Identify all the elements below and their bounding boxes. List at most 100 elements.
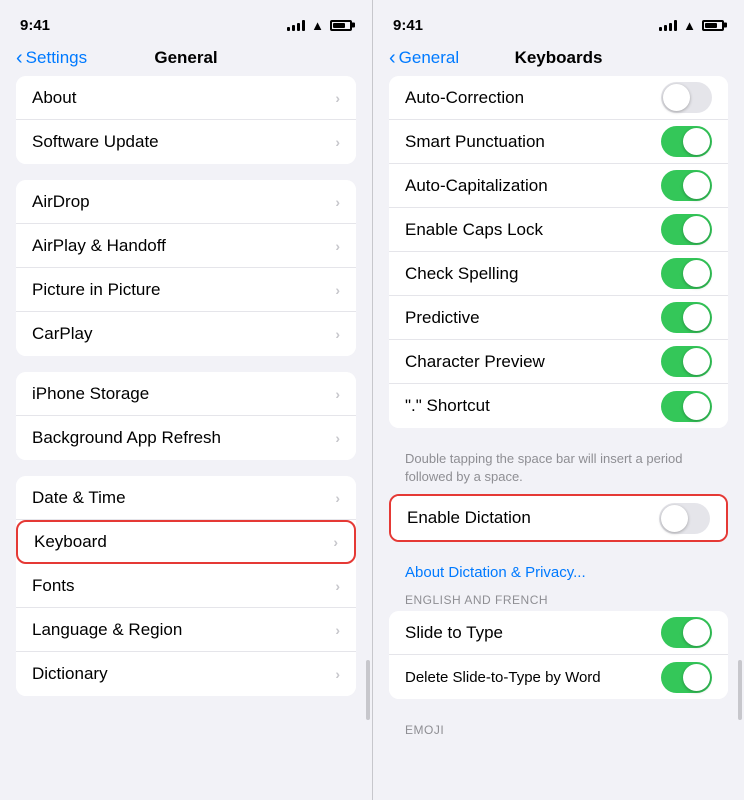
row-predictive[interactable]: Predictive (389, 296, 728, 340)
delete-slide-toggle[interactable] (661, 662, 712, 693)
right-scroll-indicator (738, 660, 742, 720)
airplay-handoff-label: AirPlay & Handoff (32, 236, 335, 256)
row-language-region[interactable]: Language & Region › (16, 608, 356, 652)
row-fonts[interactable]: Fonts › (16, 564, 356, 608)
character-preview-label: Character Preview (405, 352, 661, 372)
row-picture-in-picture[interactable]: Picture in Picture › (16, 268, 356, 312)
left-status-bar: 9:41 ▲ (0, 0, 372, 44)
row-character-preview[interactable]: Character Preview (389, 340, 728, 384)
row-delete-slide[interactable]: Delete Slide-to-Type by Word (389, 655, 728, 699)
row-smart-punctuation[interactable]: Smart Punctuation (389, 120, 728, 164)
row-keyboard[interactable]: Keyboard › (16, 520, 356, 564)
keyboard-label: Keyboard (34, 532, 333, 552)
auto-capitalization-label: Auto-Capitalization (405, 176, 661, 196)
date-time-label: Date & Time (32, 488, 335, 508)
right-back-chevron-icon: ‹ (389, 47, 396, 70)
picture-in-picture-label: Picture in Picture (32, 280, 335, 300)
row-auto-correction[interactable]: Auto-Correction (389, 76, 728, 120)
auto-correction-label: Auto-Correction (405, 88, 661, 108)
row-software-update[interactable]: Software Update › (16, 120, 356, 164)
left-nav-bar: ‹ Settings General (0, 44, 372, 76)
row-iphone-storage[interactable]: iPhone Storage › (16, 372, 356, 416)
back-chevron-icon: ‹ (16, 47, 23, 70)
row-period-shortcut[interactable]: "." Shortcut (389, 384, 728, 428)
enable-caps-lock-toggle[interactable] (661, 214, 712, 245)
left-group-4: Date & Time › Keyboard › Fonts › Languag… (16, 476, 356, 696)
right-panel: 9:41 ▲ ‹ General Keyboards Auto-Correcti… (372, 0, 744, 800)
right-time: 9:41 (393, 17, 423, 34)
enable-caps-lock-label: Enable Caps Lock (405, 220, 661, 240)
airdrop-label: AirDrop (32, 192, 335, 212)
delete-slide-label: Delete Slide-to-Type by Word (405, 669, 661, 686)
right-battery-icon (702, 20, 724, 31)
predictive-label: Predictive (405, 308, 661, 328)
signal-icon (287, 19, 305, 31)
about-chevron-icon: › (335, 90, 340, 106)
right-group-bottom: Slide to Type Delete Slide-to-Type by Wo… (389, 611, 728, 699)
date-time-chevron-icon: › (335, 490, 340, 506)
row-auto-capitalization[interactable]: Auto-Capitalization (389, 164, 728, 208)
row-check-spelling[interactable]: Check Spelling (389, 252, 728, 296)
row-background-app-refresh[interactable]: Background App Refresh › (16, 416, 356, 460)
left-nav-title: General (154, 48, 217, 68)
row-slide-to-type[interactable]: Slide to Type (389, 611, 728, 655)
language-region-chevron-icon: › (335, 622, 340, 638)
check-spelling-toggle[interactable] (661, 258, 712, 289)
left-back-button[interactable]: ‹ Settings (16, 47, 87, 70)
enable-dictation-group: Enable Dictation (389, 494, 728, 542)
predictive-toggle[interactable] (661, 302, 712, 333)
right-back-button[interactable]: ‹ General (389, 47, 459, 70)
right-group-main: Auto-Correction Smart Punctuation Auto-C… (389, 76, 728, 428)
right-back-label: General (399, 48, 459, 68)
right-status-icons: ▲ (659, 18, 724, 33)
left-panel: 9:41 ▲ ‹ Settings General About › So (0, 0, 372, 800)
period-shortcut-toggle[interactable] (661, 391, 712, 422)
period-note: Double tapping the space bar will insert… (389, 444, 728, 494)
enable-dictation-toggle[interactable] (659, 503, 710, 534)
slide-to-type-toggle[interactable] (661, 617, 712, 648)
right-nav-title: Keyboards (515, 48, 603, 68)
row-enable-caps-lock[interactable]: Enable Caps Lock (389, 208, 728, 252)
airplay-handoff-chevron-icon: › (335, 238, 340, 254)
auto-correction-toggle[interactable] (661, 82, 712, 113)
dictation-link[interactable]: About Dictation & Privacy... (389, 558, 728, 585)
right-wifi-icon: ▲ (683, 18, 696, 33)
keyboard-chevron-icon: › (333, 534, 338, 550)
about-label: About (32, 88, 335, 108)
language-region-label: Language & Region (32, 620, 335, 640)
enable-dictation-label: Enable Dictation (407, 508, 659, 528)
right-signal-icon (659, 19, 677, 31)
row-carplay[interactable]: CarPlay › (16, 312, 356, 356)
right-scroll-content: Auto-Correction Smart Punctuation Auto-C… (373, 76, 744, 800)
right-status-bar: 9:41 ▲ (373, 0, 744, 44)
row-dictionary[interactable]: Dictionary › (16, 652, 356, 696)
airdrop-chevron-icon: › (335, 194, 340, 210)
background-app-refresh-label: Background App Refresh (32, 428, 335, 448)
row-about[interactable]: About › (16, 76, 356, 120)
picture-in-picture-chevron-icon: › (335, 282, 340, 298)
software-update-chevron-icon: › (335, 134, 340, 150)
left-scroll-indicator (366, 660, 370, 720)
left-back-label: Settings (26, 48, 87, 68)
smart-punctuation-toggle[interactable] (661, 126, 712, 157)
row-airdrop[interactable]: AirDrop › (16, 180, 356, 224)
row-enable-dictation[interactable]: Enable Dictation (391, 496, 726, 540)
smart-punctuation-label: Smart Punctuation (405, 132, 661, 152)
left-status-icons: ▲ (287, 18, 352, 33)
background-app-refresh-chevron-icon: › (335, 430, 340, 446)
character-preview-toggle[interactable] (661, 346, 712, 377)
iphone-storage-label: iPhone Storage (32, 384, 335, 404)
english-french-header: ENGLISH AND FRENCH (389, 585, 728, 611)
iphone-storage-chevron-icon: › (335, 386, 340, 402)
slide-to-type-label: Slide to Type (405, 623, 661, 643)
check-spelling-label: Check Spelling (405, 264, 661, 284)
row-date-time[interactable]: Date & Time › (16, 476, 356, 520)
carplay-chevron-icon: › (335, 326, 340, 342)
left-time: 9:41 (20, 17, 50, 34)
auto-capitalization-toggle[interactable] (661, 170, 712, 201)
dictionary-chevron-icon: › (335, 666, 340, 682)
period-shortcut-label: "." Shortcut (405, 396, 661, 416)
fonts-label: Fonts (32, 576, 335, 596)
row-airplay-handoff[interactable]: AirPlay & Handoff › (16, 224, 356, 268)
left-group-3: iPhone Storage › Background App Refresh … (16, 372, 356, 460)
